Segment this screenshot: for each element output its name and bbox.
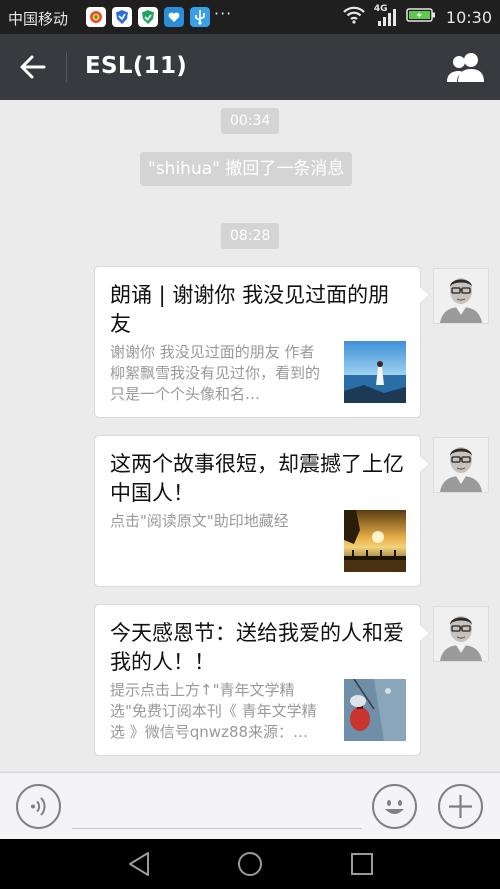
chat-title: ESL(11) bbox=[85, 53, 188, 79]
article-card[interactable]: 朗诵 | 谢谢你 我没见过面的朋友 谢谢你 我没见过面的朋友 作者 柳絮飘雪我没… bbox=[94, 266, 430, 418]
article-title: 今天感恩节：送给我爱的人和爱我的人！！ bbox=[110, 621, 404, 674]
sender-avatar[interactable] bbox=[433, 437, 489, 493]
voice-button[interactable] bbox=[16, 784, 61, 829]
notification-icons bbox=[86, 7, 210, 27]
man-with-glasses-avatar bbox=[434, 269, 488, 323]
signal-icon: 4G bbox=[374, 4, 398, 27]
input-bar bbox=[0, 772, 500, 839]
timestamp-chip: 00:34 bbox=[221, 108, 280, 134]
article-title: 朗诵 | 谢谢你 我没见过面的朋友 bbox=[110, 283, 390, 336]
sunset-lake-image bbox=[344, 510, 406, 572]
heart-app-icon bbox=[164, 7, 184, 27]
article-description: 谢谢你 我没见过面的朋友 作者 柳絮飘雪我没有见过你，看到的只是一个个头像和名… bbox=[110, 343, 321, 403]
man-with-glasses-avatar bbox=[434, 607, 488, 661]
shield-app-icon bbox=[112, 7, 132, 27]
emoji-icon bbox=[385, 800, 404, 814]
carrier-name: 中国移动 bbox=[8, 10, 69, 28]
article-card[interactable]: 今天感恩节：送给我爱的人和爱我的人！！ 提示点击上方↑"青年文学精选"免费订阅本… bbox=[94, 604, 430, 756]
back-button[interactable] bbox=[14, 51, 54, 83]
chat-header: ESL(11) bbox=[0, 34, 500, 100]
recents-square-icon bbox=[351, 853, 373, 875]
back-arrow-icon bbox=[20, 55, 46, 79]
back-triangle-icon bbox=[129, 852, 149, 876]
recall-notice: "shihua" 撤回了一条消息 bbox=[140, 152, 353, 186]
lanterns-image bbox=[344, 678, 406, 741]
sender-avatar[interactable] bbox=[433, 268, 489, 324]
message-input[interactable] bbox=[72, 787, 362, 829]
usb-icon bbox=[190, 7, 210, 27]
group-members-button[interactable] bbox=[446, 50, 486, 84]
group-members-icon bbox=[447, 53, 484, 82]
timestamp-chip: 08:28 bbox=[221, 223, 280, 249]
man-with-glasses-avatar bbox=[434, 438, 488, 492]
emoji-button[interactable] bbox=[372, 784, 417, 829]
sender-avatar[interactable] bbox=[433, 606, 489, 662]
nav-recents-button[interactable] bbox=[347, 850, 377, 878]
nav-back-button[interactable] bbox=[124, 850, 154, 878]
photo-app-icon bbox=[86, 7, 106, 27]
article-card[interactable]: 这两个故事很短，却震撼了上亿中国人！ 点击"阅读原文"助印地藏经 bbox=[94, 435, 430, 587]
article-description: 点击"阅读原文"助印地藏经 bbox=[110, 512, 289, 530]
plus-icon bbox=[449, 795, 472, 818]
woman-by-sea-image bbox=[344, 341, 406, 403]
wifi-icon bbox=[342, 6, 366, 28]
article-title: 这两个故事很短，却震撼了上亿中国人！ bbox=[110, 452, 404, 505]
shield-app-icon bbox=[138, 7, 158, 27]
battery-charging-icon bbox=[406, 7, 436, 27]
nav-home-button[interactable] bbox=[235, 850, 265, 878]
header-divider bbox=[66, 52, 67, 82]
article-description: 提示点击上方↑"青年文学精选"免费订阅本刊《 青年文学精选 》微信号qnwz88… bbox=[110, 681, 317, 741]
more-notifications-icon: ··· bbox=[214, 4, 233, 23]
system-nav-bar bbox=[0, 839, 500, 889]
home-circle-icon bbox=[238, 852, 262, 876]
status-bar: 中国移动 ··· 4G 10:30 bbox=[0, 0, 500, 34]
clock: 10:30 bbox=[445, 7, 492, 27]
more-functions-button[interactable] bbox=[438, 784, 483, 829]
voice-icon bbox=[31, 797, 46, 816]
